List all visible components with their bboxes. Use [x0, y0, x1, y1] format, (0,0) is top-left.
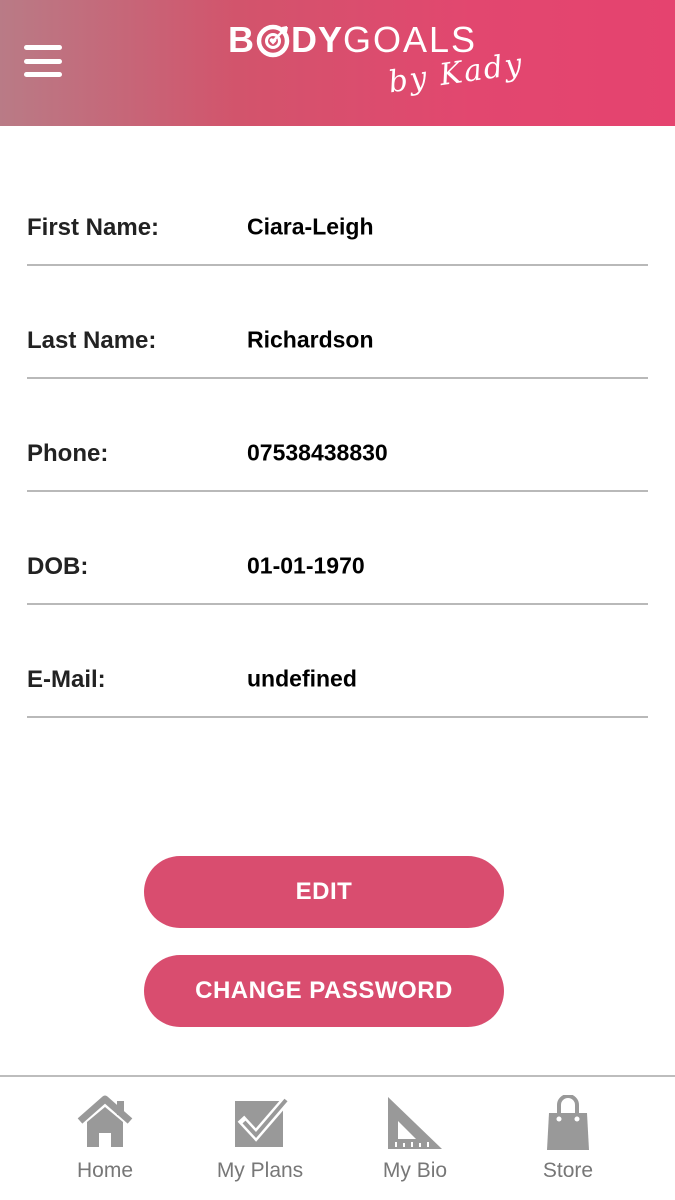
field-value: Richardson	[247, 326, 374, 353]
field-value: Ciara-Leigh	[247, 213, 374, 240]
edit-button[interactable]: EDIT	[144, 856, 504, 928]
hamburger-menu-icon[interactable]	[24, 45, 62, 77]
field-label: Last Name:	[27, 327, 157, 354]
home-icon	[77, 1095, 133, 1147]
field-value: 01-01-1970	[247, 552, 365, 579]
tab-label: My Plans	[216, 1159, 304, 1182]
profile-screen: B DYGOALS by Kady First Name: Ciara-Leig…	[0, 0, 675, 1200]
tab-my-plans[interactable]: My Plans	[180, 1077, 340, 1200]
app-header: B DYGOALS by Kady	[0, 0, 675, 126]
tab-store[interactable]: Store	[488, 1077, 648, 1200]
field-label: Phone:	[27, 440, 109, 467]
tab-my-bio[interactable]: My Bio	[335, 1077, 495, 1200]
bottom-tab-bar: Home My Plans My Bio Store	[0, 1075, 675, 1200]
checkbox-icon	[235, 1095, 289, 1147]
tab-label: My Bio	[382, 1159, 448, 1182]
field-row-last-name: Last Name: Richardson	[27, 266, 648, 379]
tab-home[interactable]: Home	[25, 1077, 185, 1200]
field-row-email: E-Mail: undefined	[27, 605, 648, 718]
field-row-dob: DOB: 01-01-1970	[27, 492, 648, 605]
field-row-phone: Phone: 07538438830	[27, 379, 648, 492]
field-value: 07538438830	[247, 439, 388, 466]
shopping-bag-icon	[547, 1095, 589, 1150]
field-row-first-name: First Name: Ciara-Leigh	[27, 153, 648, 266]
field-label: E-Mail:	[27, 666, 106, 693]
bodygoals-logo: B DYGOALS by Kady	[228, 19, 526, 101]
set-square-icon	[388, 1097, 442, 1149]
target-heart-icon	[256, 24, 290, 58]
field-label: First Name:	[27, 214, 160, 241]
field-value: undefined	[247, 665, 357, 692]
field-label: DOB:	[27, 553, 89, 580]
change-password-button[interactable]: CHANGE PASSWORD	[144, 955, 504, 1027]
tab-label: Home	[76, 1159, 134, 1182]
tab-label: Store	[542, 1159, 594, 1182]
